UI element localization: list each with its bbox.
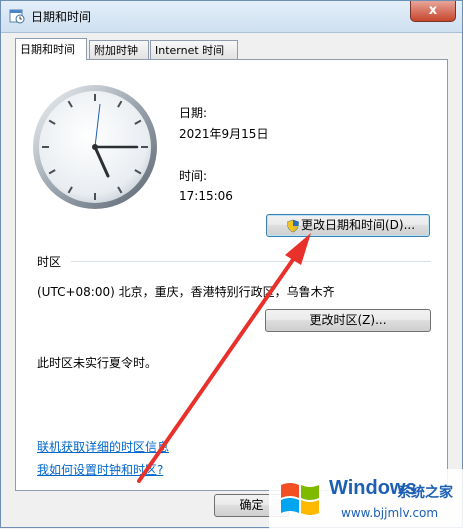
tab-date-time[interactable]: 日期和时间	[15, 38, 87, 60]
date-time-dialog: 日期和时间 x 日期和时间 附加时钟 Internet 时间 日期: 2021年…	[0, 0, 463, 529]
watermark-url: www.bjjmlv.com	[341, 506, 439, 520]
watermark-cn: 系统之家	[397, 485, 453, 501]
windows-logo-icon	[281, 483, 319, 515]
annotation-arrow	[137, 233, 311, 483]
watermark: Windows 系统之家 www.bjjmlv.com	[269, 469, 463, 529]
